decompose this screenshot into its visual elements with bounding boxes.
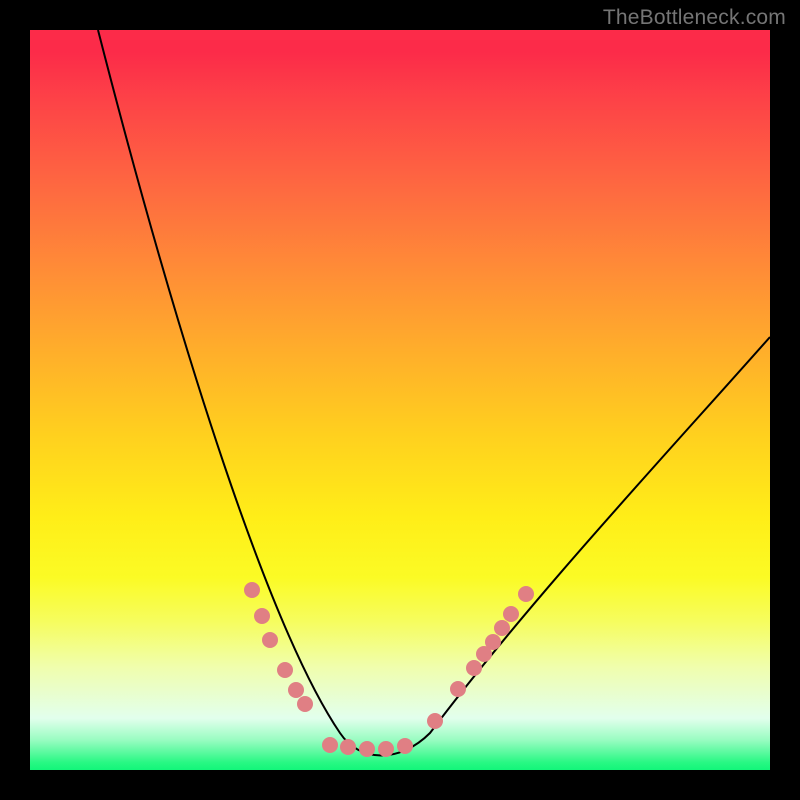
bottleneck-curve: [30, 30, 770, 770]
curve-marker: [503, 606, 519, 622]
curve-marker: [485, 634, 501, 650]
curve-marker: [277, 662, 293, 678]
curve-marker: [397, 738, 413, 754]
curve-marker: [297, 696, 313, 712]
curve-marker: [288, 682, 304, 698]
curve-marker: [244, 582, 260, 598]
curve-marker: [518, 586, 534, 602]
curve-marker: [494, 620, 510, 636]
curve-marker: [427, 713, 443, 729]
curve-marker: [450, 681, 466, 697]
curve-marker: [322, 737, 338, 753]
curve-marker: [340, 739, 356, 755]
curve-marker: [466, 660, 482, 676]
curve-marker: [254, 608, 270, 624]
chart-plot-area: [30, 30, 770, 770]
watermark-text: TheBottleneck.com: [603, 6, 786, 30]
curve-marker: [359, 741, 375, 757]
curve-marker: [262, 632, 278, 648]
curve-marker: [378, 741, 394, 757]
